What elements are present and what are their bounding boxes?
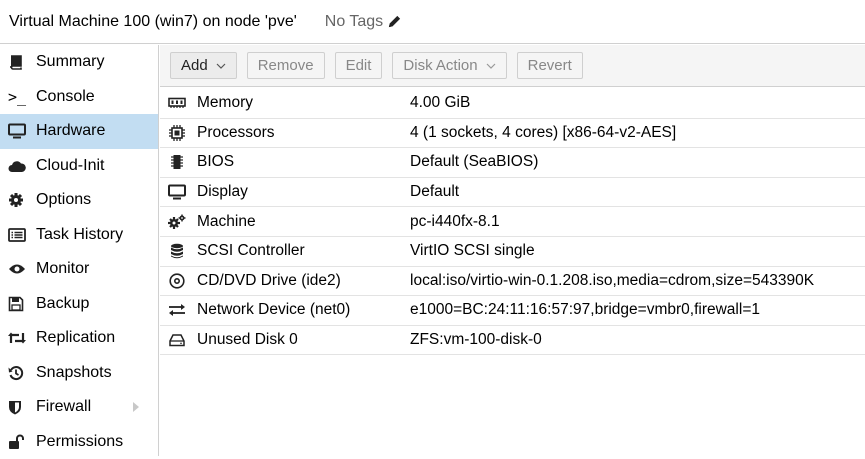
add-button-label: Add xyxy=(181,57,208,74)
sidebar-item-backup[interactable]: Backup xyxy=(0,287,158,322)
hardware-name: Machine xyxy=(197,213,410,231)
gear-icon xyxy=(8,191,28,209)
title-bar: Virtual Machine 100 (win7) on node 'pve'… xyxy=(0,0,865,44)
hdd-icon xyxy=(166,333,188,347)
hardware-value: Default xyxy=(410,183,865,201)
sidebar-item-label: Monitor xyxy=(36,260,89,278)
desktop-icon xyxy=(166,184,188,200)
hardware-name: Memory xyxy=(197,94,410,112)
sidebar-item-task-history[interactable]: Task History xyxy=(0,218,158,253)
memory-icon xyxy=(166,97,188,109)
sidebar-item-monitor[interactable]: Monitor xyxy=(0,252,158,287)
sidebar-item-console[interactable]: >_ Console xyxy=(0,80,158,115)
hardware-value: e1000=BC:24:11:16:57:97,bridge=vmbr0,fir… xyxy=(410,301,865,319)
hardware-row-memory[interactable]: Memory 4.00 GiB xyxy=(160,89,865,119)
hardware-value: pc-i440fx-8.1 xyxy=(410,213,865,231)
hardware-value: ZFS:vm-100-disk-0 xyxy=(410,331,865,349)
page-title: Virtual Machine 100 (win7) on node 'pve' xyxy=(9,13,297,31)
sidebar-item-label: Cloud-Init xyxy=(36,157,104,175)
hardware-row-machine[interactable]: Machine pc-i440fx-8.1 xyxy=(160,207,865,237)
revert-button-label: Revert xyxy=(528,57,572,74)
retweet-icon xyxy=(8,329,28,347)
eye-icon xyxy=(8,260,28,278)
sidebar-item-firewall[interactable]: Firewall xyxy=(0,390,158,425)
tags-label: No Tags xyxy=(325,13,383,31)
sidebar-item-replication[interactable]: Replication xyxy=(0,321,158,356)
sidebar-item-label: Replication xyxy=(36,329,115,347)
toolbar: Add Remove Edit Disk Action Revert xyxy=(160,45,865,87)
sidebar-item-hardware[interactable]: Hardware xyxy=(0,114,158,149)
cloud-icon xyxy=(8,157,28,175)
desktop-icon xyxy=(8,122,28,140)
sidebar-item-label: Backup xyxy=(36,295,89,313)
hardware-row-cd-dvd-drive[interactable]: CD/DVD Drive (ide2) local:iso/virtio-win… xyxy=(160,267,865,297)
sidebar-item-label: Snapshots xyxy=(36,364,112,382)
edit-button[interactable]: Edit xyxy=(335,52,383,79)
hardware-panel: Add Remove Edit Disk Action Revert Memor… xyxy=(160,45,865,456)
hardware-name: Network Device (net0) xyxy=(197,301,410,319)
pencil-icon[interactable] xyxy=(387,14,402,29)
terminal-icon: >_ xyxy=(8,88,28,106)
cpu-icon xyxy=(166,125,188,141)
history-icon xyxy=(8,364,28,382)
hardware-value: 4.00 GiB xyxy=(410,94,865,112)
hardware-row-bios[interactable]: BIOS Default (SeaBIOS) xyxy=(160,148,865,178)
hardware-value: local:iso/virtio-win-0.1.208.iso,media=c… xyxy=(410,272,865,290)
microchip-icon xyxy=(166,154,188,170)
chevron-right-icon[interactable] xyxy=(132,401,140,413)
hardware-name: Unused Disk 0 xyxy=(197,331,410,349)
revert-button[interactable]: Revert xyxy=(517,52,583,79)
chevron-down-icon xyxy=(486,63,496,69)
hardware-name: SCSI Controller xyxy=(197,242,410,260)
hardware-row-scsi-controller[interactable]: SCSI Controller VirtIO SCSI single xyxy=(160,237,865,267)
hardware-value: 4 (1 sockets, 4 cores) [x86-64-v2-AES] xyxy=(410,124,865,142)
hardware-row-network-device[interactable]: Network Device (net0) e1000=BC:24:11:16:… xyxy=(160,296,865,326)
hardware-list: Memory 4.00 GiB Processors 4 (1 sockets,… xyxy=(160,89,865,355)
sidebar-item-label: Permissions xyxy=(36,433,123,451)
disk-action-button[interactable]: Disk Action xyxy=(392,52,506,79)
disk-action-button-label: Disk Action xyxy=(403,57,477,74)
sidebar-item-label: Task History xyxy=(36,226,123,244)
hardware-value: VirtIO SCSI single xyxy=(410,242,865,260)
tags-area[interactable]: No Tags xyxy=(325,13,402,31)
hardware-name: Display xyxy=(197,183,410,201)
sidebar-item-label: Console xyxy=(36,88,95,106)
hardware-row-processors[interactable]: Processors 4 (1 sockets, 4 cores) [x86-6… xyxy=(160,119,865,149)
sidebar-item-permissions[interactable]: Permissions xyxy=(0,425,158,459)
remove-button-label: Remove xyxy=(258,57,314,74)
cogs-icon xyxy=(166,214,188,230)
hardware-name: BIOS xyxy=(197,153,410,171)
add-button[interactable]: Add xyxy=(170,52,237,79)
hardware-row-display[interactable]: Display Default xyxy=(160,178,865,208)
hardware-row-unused-disk[interactable]: Unused Disk 0 ZFS:vm-100-disk-0 xyxy=(160,326,865,356)
disc-icon xyxy=(166,273,188,289)
sidebar-item-label: Summary xyxy=(36,53,104,71)
list-icon xyxy=(8,226,28,244)
hardware-name: CD/DVD Drive (ide2) xyxy=(197,272,410,290)
book-icon xyxy=(8,53,28,71)
sidebar-item-summary[interactable]: Summary xyxy=(0,45,158,80)
sidebar-item-label: Firewall xyxy=(36,398,91,416)
exchange-icon xyxy=(166,303,188,317)
sidebar-item-cloud-init[interactable]: Cloud-Init xyxy=(0,149,158,184)
database-icon xyxy=(166,243,188,259)
edit-button-label: Edit xyxy=(346,57,372,74)
shield-icon xyxy=(8,398,28,416)
sidebar-item-snapshots[interactable]: Snapshots xyxy=(0,356,158,391)
remove-button[interactable]: Remove xyxy=(247,52,325,79)
sidebar-item-options[interactable]: Options xyxy=(0,183,158,218)
hardware-value: Default (SeaBIOS) xyxy=(410,153,865,171)
sidebar-item-label: Hardware xyxy=(36,122,105,140)
chevron-down-icon xyxy=(216,63,226,69)
sidebar: Summary >_ Console Hardware Cloud-Init O… xyxy=(0,45,159,456)
hardware-name: Processors xyxy=(197,124,410,142)
sidebar-item-label: Options xyxy=(36,191,91,209)
unlock-icon xyxy=(8,433,28,451)
floppy-icon xyxy=(8,295,28,313)
